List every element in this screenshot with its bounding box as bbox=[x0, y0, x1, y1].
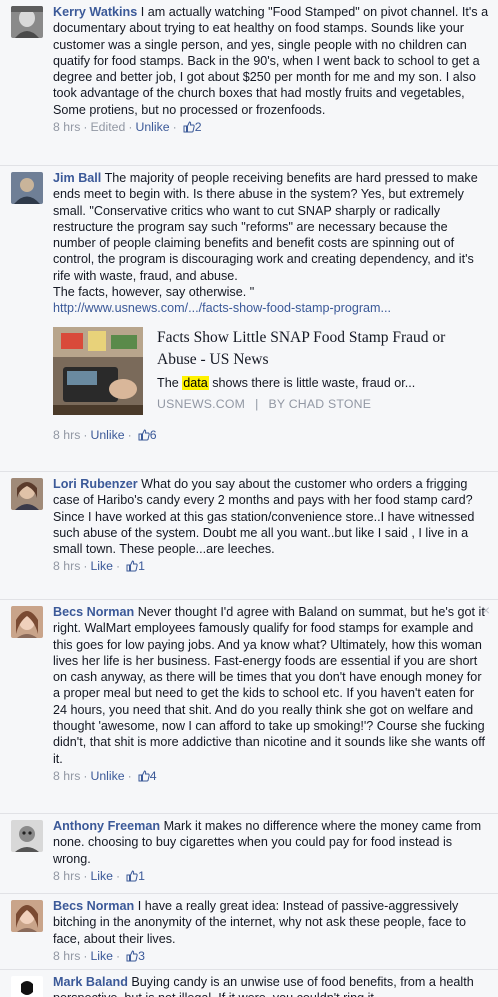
comment-text: I am actually watching "Food Stamped" on… bbox=[53, 5, 492, 117]
like-count-value: 4 bbox=[149, 768, 157, 783]
separator: · bbox=[128, 120, 133, 135]
comment-text: Never thought I'd agree with Baland on s… bbox=[53, 605, 489, 766]
description-text: shows there is little waste, fraud or... bbox=[208, 375, 416, 390]
comment-text: The majority of people receiving benefit… bbox=[53, 171, 478, 300]
separator: · bbox=[172, 120, 177, 135]
comment-item: Anthony Freeman Mark it makes no differe… bbox=[0, 814, 498, 894]
comment-meta: 8 hrs · Like · 3 bbox=[53, 948, 490, 964]
like-button[interactable]: Like bbox=[90, 949, 113, 963]
link-preview-image[interactable] bbox=[53, 326, 143, 415]
like-count-value: 2 bbox=[194, 120, 202, 135]
unlike-button[interactable]: Unlike bbox=[90, 428, 124, 442]
timestamp[interactable]: 8 hrs bbox=[53, 769, 80, 783]
comment-author[interactable]: Anthony Freeman bbox=[53, 819, 160, 833]
source-domain: USNEWS.COM bbox=[157, 396, 246, 411]
comment-author[interactable]: Kerry Watkins bbox=[53, 5, 137, 19]
separator: · bbox=[116, 868, 121, 883]
comment-item: × Becs Norman Never thought I'd agree wi… bbox=[0, 600, 498, 814]
link-preview-description: The data shows there is little waste, fr… bbox=[157, 375, 487, 391]
comment-thread: Kerry Watkins I am actually watching "Fo… bbox=[0, 0, 498, 997]
timestamp[interactable]: 8 hrs bbox=[53, 869, 80, 883]
separator: · bbox=[83, 948, 88, 963]
timestamp[interactable]: 8 hrs bbox=[53, 120, 80, 134]
separator: · bbox=[83, 427, 88, 442]
comment-body: Lori Rubenzer What do you say about the … bbox=[53, 476, 490, 575]
like-button[interactable]: Like bbox=[90, 559, 113, 573]
comment-body: Kerry Watkins I am actually watching "Fo… bbox=[53, 4, 490, 135]
edited-label[interactable]: Edited bbox=[90, 120, 125, 134]
like-count[interactable]: 6 bbox=[135, 428, 157, 442]
timestamp[interactable]: 8 hrs bbox=[53, 949, 80, 963]
like-count-value: 3 bbox=[138, 948, 145, 963]
separator: · bbox=[83, 559, 88, 574]
like-count-value: 1 bbox=[138, 559, 145, 574]
comment-meta: 8 hrs · Unlike · 6 bbox=[53, 427, 490, 443]
description-text: The bbox=[157, 375, 183, 390]
comment-meta: 8 hrs · Edited · Unlike · 2 bbox=[53, 119, 490, 135]
separator: · bbox=[83, 868, 88, 883]
thumbs-up-icon bbox=[126, 870, 138, 882]
comment-body: Becs Norman Never thought I'd agree with… bbox=[53, 604, 490, 784]
link-preview-title[interactable]: Facts Show Little SNAP Food Stamp Fraud … bbox=[157, 327, 487, 371]
like-count-value: 1 bbox=[138, 868, 145, 883]
link-preview-card[interactable]: Facts Show Little SNAP Food Stamp Fraud … bbox=[53, 323, 490, 423]
avatar[interactable] bbox=[11, 478, 43, 510]
article-link[interactable]: http://www.usnews.com/.../facts-show-foo… bbox=[53, 301, 391, 315]
comment-author[interactable]: Jim Ball bbox=[53, 171, 101, 185]
comment-item: Mark Baland Buying candy is an unwise us… bbox=[0, 970, 498, 997]
comment-body: Jim Ball The majority of people receivin… bbox=[53, 170, 490, 443]
comment-meta: 8 hrs · Like · 1 bbox=[53, 558, 490, 574]
comment-body: Anthony Freeman Mark it makes no differe… bbox=[53, 818, 490, 884]
avatar[interactable] bbox=[11, 976, 43, 997]
comment-item: Becs Norman I have a really great idea: … bbox=[0, 894, 498, 970]
comment-item: Kerry Watkins I am actually watching "Fo… bbox=[0, 0, 498, 166]
thumbs-up-icon bbox=[138, 770, 150, 782]
like-count[interactable]: 3 bbox=[123, 949, 145, 963]
separator: · bbox=[127, 427, 132, 442]
unlike-button[interactable]: Unlike bbox=[90, 769, 124, 783]
thumbs-up-icon bbox=[126, 560, 138, 572]
thumbs-up-icon bbox=[126, 950, 138, 962]
timestamp[interactable]: 8 hrs bbox=[53, 428, 80, 442]
like-count[interactable]: 4 bbox=[135, 769, 157, 783]
thumbs-up-icon bbox=[183, 121, 195, 133]
separator: · bbox=[83, 120, 88, 135]
comment-item: Lori Rubenzer What do you say about the … bbox=[0, 472, 498, 600]
avatar[interactable] bbox=[11, 6, 43, 38]
avatar[interactable] bbox=[11, 606, 43, 638]
avatar[interactable] bbox=[11, 172, 43, 204]
source-byline: BY CHAD STONE bbox=[268, 396, 372, 411]
avatar[interactable] bbox=[11, 900, 43, 932]
comment-meta: 8 hrs · Like · 1 bbox=[53, 868, 490, 884]
like-count-value: 6 bbox=[149, 427, 157, 442]
separator: · bbox=[116, 948, 121, 963]
comment-author[interactable]: Lori Rubenzer bbox=[53, 477, 138, 491]
thumbs-up-icon bbox=[138, 429, 150, 441]
timestamp[interactable]: 8 hrs bbox=[53, 559, 80, 573]
like-button[interactable]: Like bbox=[90, 869, 113, 883]
like-count[interactable]: 1 bbox=[123, 869, 145, 883]
avatar[interactable] bbox=[11, 820, 43, 852]
comment-author[interactable]: Becs Norman bbox=[53, 899, 134, 913]
comment-body: Becs Norman I have a really great idea: … bbox=[53, 898, 490, 964]
source-separator: | bbox=[255, 396, 259, 411]
search-highlight: data bbox=[182, 375, 209, 390]
separator: · bbox=[127, 768, 132, 783]
separator: · bbox=[83, 768, 88, 783]
like-count[interactable]: 1 bbox=[123, 559, 145, 573]
comment-author[interactable]: Mark Baland bbox=[53, 975, 128, 989]
separator: · bbox=[116, 559, 121, 574]
comment-meta: 8 hrs · Unlike · 4 bbox=[53, 768, 490, 784]
comment-author[interactable]: Becs Norman bbox=[53, 605, 134, 619]
comment-body: Mark Baland Buying candy is an unwise us… bbox=[53, 974, 490, 997]
like-count[interactable]: 2 bbox=[180, 120, 202, 134]
comment-item: Jim Ball The majority of people receivin… bbox=[0, 166, 498, 472]
link-preview-source: USNEWS.COM | BY CHAD STONE bbox=[157, 396, 371, 412]
unlike-button[interactable]: Unlike bbox=[135, 120, 169, 134]
